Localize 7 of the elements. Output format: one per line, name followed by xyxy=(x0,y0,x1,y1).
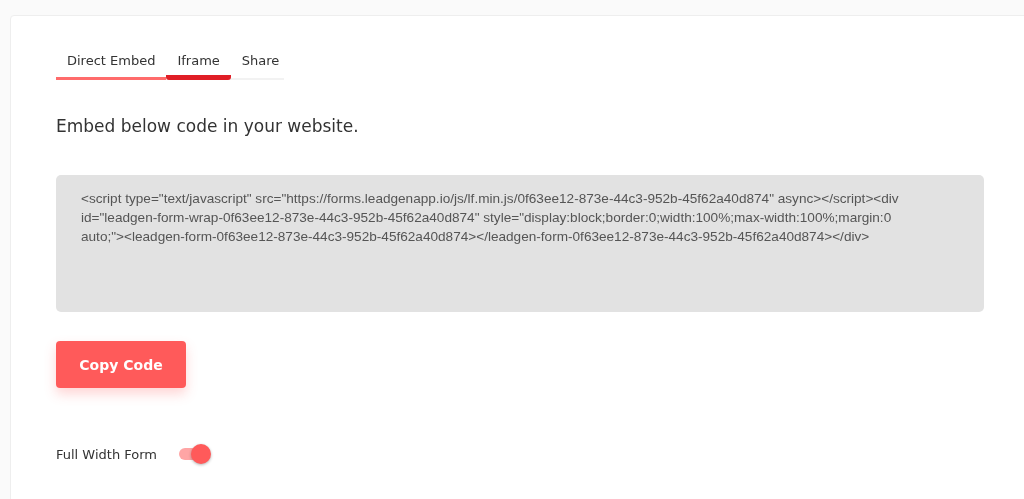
tab[interactable]: Direct Embed xyxy=(56,43,167,80)
tab[interactable]: Iframe xyxy=(166,43,231,80)
full-width-label: Full Width Form xyxy=(56,446,157,462)
code-block: <script type="text/javascript" src="https://forms.leadgenapp.io/js/lf.min.js/0f63ee12-873e-44c3-952b-45f62a40d874" async></script><div id="leadgen-form-wrap-0f63ee12-873e-44c3-952b-45f62a40d874" style="display:block;border:0;width:100%;max-width:100%;margin:0 auto;"><leadgen-form-0f63ee12-873e-44c3-952b-45f62a40d874></leadgen-form-0f63ee12-873e-44c3-952b-45f62a40d874></div> xyxy=(56,175,984,312)
heading: Embed below code in your website. xyxy=(56,116,360,136)
full-width-toggle[interactable] xyxy=(177,444,213,464)
tab[interactable]: Share xyxy=(230,43,291,80)
